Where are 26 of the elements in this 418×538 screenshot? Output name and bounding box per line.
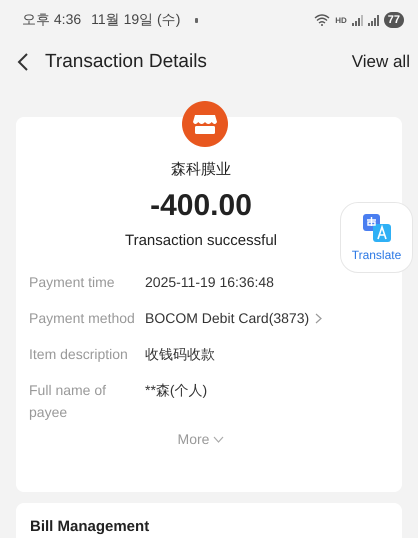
detail-label: Full name of payee: [29, 381, 108, 422]
transaction-status: Transaction successful: [124, 232, 277, 249]
detail-value: **森(个人): [145, 381, 208, 400]
detail-value: 收钱码收款: [145, 345, 215, 364]
detail-value: 2025-11-19 16:36:48: [145, 273, 274, 292]
detail-label: Payment method: [29, 309, 136, 328]
payment-method-link[interactable]: BOCOM Debit Card(3873): [145, 307, 322, 329]
page-title: Transaction Details: [45, 51, 207, 73]
translate-button[interactable]: Translate: [340, 202, 413, 273]
chevron-right-icon: [315, 312, 322, 324]
signal-icon: [368, 14, 379, 26]
merchant-name: 森科膜业: [171, 160, 231, 179]
wifi-icon: [314, 14, 330, 26]
back-icon[interactable]: [17, 52, 29, 72]
network-label: HD: [335, 16, 347, 24]
status-date: 11월 19일 (수): [91, 11, 180, 29]
status-time: 오후 4:36: [22, 11, 82, 29]
detail-label: Item description: [29, 345, 129, 364]
signal-icon: [352, 14, 363, 26]
battery-badge: 77: [384, 12, 404, 28]
view-all-link[interactable]: View all: [352, 52, 410, 72]
section-title: Bill Management: [30, 518, 150, 535]
amount: -400.00: [150, 189, 252, 223]
translate-icon: [362, 213, 392, 243]
detail-label: Payment time: [29, 273, 116, 292]
chevron-down-icon: [213, 436, 224, 442]
